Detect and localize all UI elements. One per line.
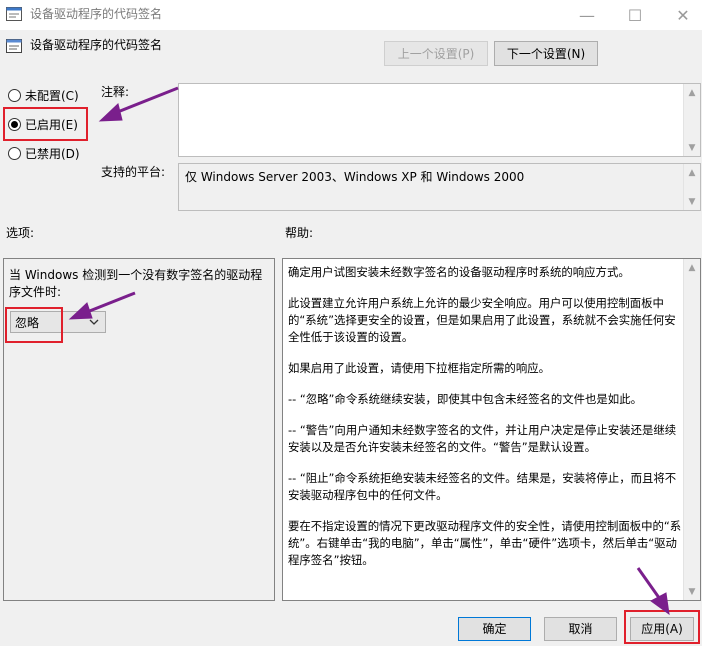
arrow-to-dropdown-head [68, 302, 93, 320]
arrow-to-apply-head [650, 592, 670, 616]
annotation-arrows [68, 86, 670, 616]
arrow-to-enabled-head [98, 103, 123, 122]
